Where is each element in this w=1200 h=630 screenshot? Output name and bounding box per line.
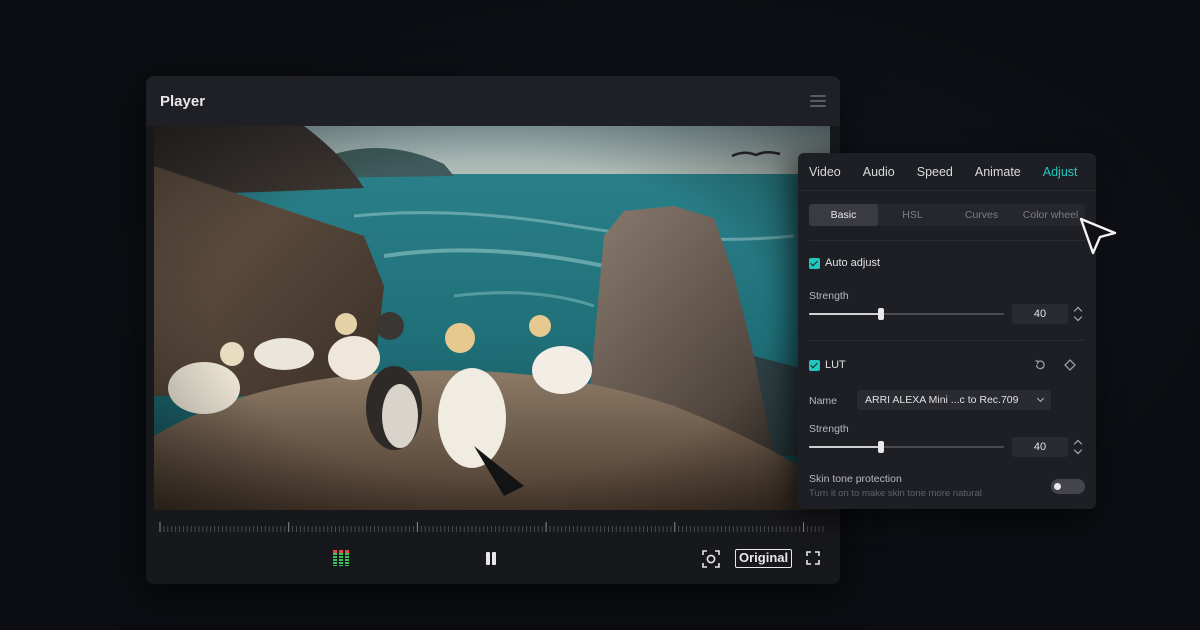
auto-adjust-strength-slider[interactable] — [809, 308, 1004, 320]
lut-strength-label: Strength — [809, 423, 849, 435]
reset-icon[interactable] — [1034, 359, 1046, 371]
subtab-color-wheel[interactable]: Color wheel — [1016, 204, 1085, 226]
adjust-panel: Video Audio Speed Animate Adjust Basic H… — [798, 153, 1096, 509]
lut-strength-stepper[interactable] — [1072, 437, 1084, 457]
tab-animate[interactable]: Animate — [975, 165, 1021, 179]
playback-controls: Original — [146, 542, 840, 576]
lut-strength-slider[interactable] — [809, 441, 1004, 453]
auto-adjust-row: Auto adjust — [809, 257, 880, 269]
tab-adjust[interactable]: Adjust — [1043, 165, 1078, 179]
subtab-basic[interactable]: Basic — [809, 204, 878, 226]
auto-adjust-checkbox[interactable] — [809, 257, 820, 269]
chevron-down-icon — [1036, 394, 1045, 403]
lut-row: LUT — [809, 359, 846, 371]
video-frame-image — [154, 126, 830, 510]
video-preview[interactable] — [154, 126, 830, 510]
screenshot-icon[interactable] — [702, 550, 720, 568]
panel-tabs: Video Audio Speed Animate Adjust — [798, 153, 1096, 191]
keyframe-icon[interactable] — [1064, 359, 1076, 371]
player-title: Player — [160, 92, 206, 110]
cursor-arrow-icon — [1079, 217, 1117, 255]
lut-name-select[interactable]: ARRI ALEXA Mini ...c to Rec.709 — [857, 390, 1051, 410]
original-ratio-button[interactable]: Original — [735, 549, 793, 568]
player-window: Player Original — [146, 76, 840, 584]
fullscreen-icon[interactable] — [806, 551, 820, 565]
subtab-hsl[interactable]: HSL — [878, 204, 947, 226]
pause-button[interactable] — [484, 551, 498, 567]
player-header: Player — [146, 76, 840, 126]
auto-adjust-strength-stepper[interactable] — [1072, 304, 1084, 324]
subtab-curves[interactable]: Curves — [947, 204, 1016, 226]
tab-video[interactable]: Video — [809, 165, 841, 179]
skin-tone-label: Skin tone protection — [809, 473, 902, 485]
timeline-ruler[interactable] — [154, 520, 830, 534]
menu-icon[interactable] — [810, 95, 826, 107]
auto-adjust-strength-input[interactable]: 40 — [1012, 304, 1068, 324]
divider — [809, 340, 1085, 341]
skin-tone-toggle[interactable] — [1051, 479, 1085, 494]
lut-name-label: Name — [809, 395, 838, 407]
divider — [809, 240, 1085, 241]
auto-adjust-strength-label: Strength — [809, 290, 849, 302]
lut-strength-input[interactable]: 40 — [1012, 437, 1068, 457]
skin-tone-hint: Turn it on to make skin tone more natura… — [809, 488, 982, 499]
tab-speed[interactable]: Speed — [917, 165, 953, 179]
lut-label: LUT — [825, 359, 846, 371]
audio-meter-icon — [333, 550, 351, 566]
tab-audio[interactable]: Audio — [863, 165, 895, 179]
lut-checkbox[interactable] — [809, 359, 820, 371]
adjust-subtabs: Basic HSL Curves Color wheel — [809, 204, 1085, 226]
lut-name-value: ARRI ALEXA Mini ...c to Rec.709 — [865, 394, 1019, 406]
auto-adjust-label: Auto adjust — [825, 257, 881, 269]
